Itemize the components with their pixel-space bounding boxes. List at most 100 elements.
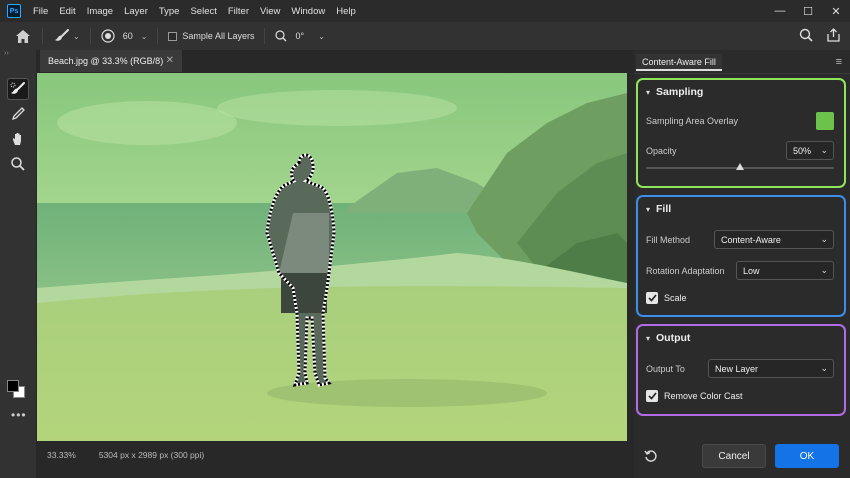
- panel-tab-bar: Content-Aware Fill ≡: [634, 50, 850, 74]
- fill-method-label: Fill Method: [646, 235, 691, 245]
- options-bar: ⌄ 60 ⌄ Sample All Layers 0° ⌄: [0, 22, 850, 50]
- sample-all-layers-checkbox[interactable]: Sample All Layers: [168, 31, 254, 41]
- zoom-tool[interactable]: [7, 153, 29, 175]
- rotation-adaptation-value: Low: [743, 265, 760, 276]
- more-tools-icon[interactable]: •••: [11, 408, 27, 422]
- chevron-down-icon: ⌄: [140, 31, 148, 41]
- sampling-heading: Sampling: [656, 86, 704, 98]
- angle-field[interactable]: 0° ⌄: [275, 30, 325, 42]
- fill-section: ▾ Fill Fill Method Content-Aware ⌄ Rotat…: [636, 195, 846, 317]
- eyedropper-brush-icon: [11, 107, 25, 121]
- fill-method-value: Content-Aware: [721, 234, 781, 245]
- separator: [264, 28, 266, 44]
- chevron-down-icon: ⌄: [73, 31, 80, 41]
- opacity-slider-thumb[interactable]: [736, 163, 744, 170]
- logo-text: Ps: [9, 7, 19, 15]
- home-button[interactable]: [16, 29, 30, 43]
- ok-button[interactable]: OK: [775, 444, 839, 468]
- separator: [157, 28, 159, 44]
- panel-tab-content-aware-fill[interactable]: Content-Aware Fill: [636, 54, 722, 71]
- opacity-dropdown[interactable]: 50% ⌄: [786, 141, 834, 160]
- collapse-icon[interactable]: ››: [0, 50, 36, 58]
- close-window-button[interactable]: ✕: [822, 0, 850, 22]
- scale-checkbox[interactable]: Scale: [646, 292, 687, 304]
- sampling-header[interactable]: ▾ Sampling: [646, 86, 703, 98]
- sampling-brush-icon: [10, 82, 25, 94]
- brush-size-value: 60: [122, 31, 133, 41]
- panel-title: Content-Aware Fill: [642, 56, 716, 67]
- checkbox-checked-icon: [646, 292, 658, 304]
- panel-button-row: Cancel OK: [634, 444, 850, 470]
- menu-window[interactable]: Window: [291, 6, 325, 17]
- fill-header[interactable]: ▾ Fill: [646, 203, 671, 215]
- remove-color-cast-label: Remove Color Cast: [664, 391, 743, 401]
- hand-icon: [13, 133, 21, 145]
- image-canvas[interactable]: [37, 73, 627, 441]
- menu-filter[interactable]: Filter: [228, 6, 249, 17]
- scale-label: Scale: [664, 293, 687, 303]
- separator: [89, 28, 91, 44]
- menu-layer[interactable]: Layer: [124, 6, 148, 17]
- minimize-button[interactable]: —: [766, 0, 794, 22]
- tools-panel: ›› •••: [0, 50, 36, 478]
- output-header[interactable]: ▾ Output: [646, 332, 690, 344]
- fill-heading: Fill: [656, 203, 672, 215]
- checkbox-checked-icon: [646, 390, 658, 402]
- foreground-color-swatch[interactable]: [7, 380, 19, 392]
- angle-icon: [275, 30, 287, 42]
- chevron-down-icon: ⌄: [820, 234, 828, 244]
- overlay-color-swatch[interactable]: [816, 112, 834, 130]
- tool-preset-picker[interactable]: ⌄: [53, 29, 80, 43]
- separator: [42, 28, 43, 44]
- output-to-value: New Layer: [715, 363, 759, 374]
- menu-help[interactable]: Help: [336, 6, 356, 17]
- menu-edit[interactable]: Edit: [59, 6, 75, 17]
- chevron-down-icon: ⌄: [318, 31, 325, 41]
- fill-method-dropdown[interactable]: Content-Aware ⌄: [714, 230, 834, 249]
- menu-file[interactable]: File: [33, 6, 48, 17]
- menu-bar: Ps File Edit Image Layer Type Select Fil…: [0, 0, 850, 22]
- color-swatches[interactable]: [7, 380, 29, 402]
- document-area: Beach.jpg @ 33.3% (RGB/8) ✕ 33.33% 5304 …: [36, 50, 634, 478]
- sampling-overlay-label: Sampling Area Overlay: [646, 116, 739, 126]
- reset-icon: [644, 450, 657, 462]
- sample-all-layers-label: Sample All Layers: [182, 31, 255, 41]
- document-tab[interactable]: Beach.jpg @ 33.3% (RGB/8) ✕: [40, 50, 182, 72]
- opacity-slider-track[interactable]: [646, 163, 834, 170]
- output-to-dropdown[interactable]: New Layer ⌄: [708, 359, 834, 378]
- chevron-down-icon: ▾: [646, 87, 651, 97]
- hand-tool[interactable]: [7, 128, 29, 150]
- checkbox-box: [168, 31, 178, 41]
- zoom-level[interactable]: 33.33%: [47, 450, 76, 460]
- close-tab-icon[interactable]: ✕: [166, 55, 174, 66]
- options-right: [799, 28, 840, 42]
- panel-menu-icon[interactable]: ≡: [836, 56, 842, 68]
- sampling-brush-tool[interactable]: [7, 78, 29, 100]
- chevron-down-icon: ⌄: [820, 363, 828, 373]
- menu-view[interactable]: View: [260, 6, 280, 17]
- chevron-down-icon: ⌄: [820, 145, 828, 155]
- document-dimensions: 5304 px x 2989 px (300 ppi): [98, 450, 205, 460]
- remove-color-cast-checkbox[interactable]: Remove Color Cast: [646, 390, 743, 402]
- opacity-label: Opacity: [646, 146, 677, 156]
- cancel-button[interactable]: Cancel: [702, 444, 766, 468]
- maximize-button[interactable]: ☐: [794, 0, 822, 22]
- photoshop-logo: Ps: [7, 4, 21, 18]
- output-heading: Output: [656, 332, 691, 344]
- reset-button[interactable]: [644, 449, 658, 466]
- brush-tool-icon: [55, 29, 69, 41]
- share-icon[interactable]: [827, 28, 840, 42]
- beach-photo: [37, 73, 627, 441]
- rotation-adaptation-dropdown[interactable]: Low ⌄: [736, 261, 834, 280]
- search-icon[interactable]: [799, 28, 813, 42]
- rotation-adaptation-label: Rotation Adaptation: [646, 266, 725, 276]
- lasso-tool[interactable]: [7, 103, 29, 125]
- window-controls: — ☐ ✕: [766, 0, 850, 22]
- menu-type[interactable]: Type: [159, 6, 180, 17]
- status-bar: 33.33% 5304 px x 2989 px (300 ppi): [36, 444, 634, 466]
- output-section: ▾ Output Output To New Layer ⌄ Remove Co…: [636, 324, 846, 416]
- menu-select[interactable]: Select: [190, 6, 216, 17]
- brush-size-icon: [101, 29, 115, 43]
- brush-size-picker[interactable]: 60 ⌄: [101, 29, 148, 43]
- menu-image[interactable]: Image: [87, 6, 113, 17]
